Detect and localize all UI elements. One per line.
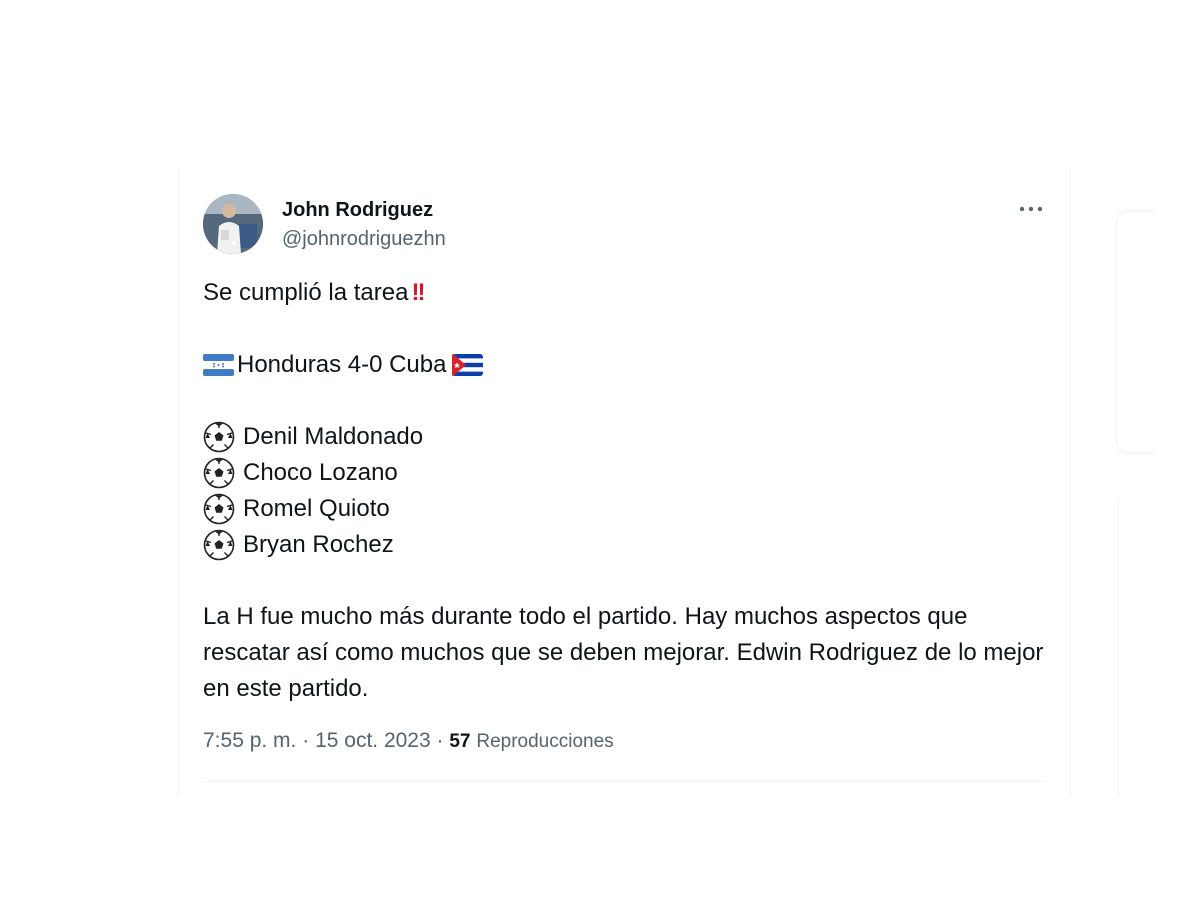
meta-separator: ·	[436, 729, 444, 752]
tweet-meta: 7:55 p. m. · 15 oct. 2023 · 57 Reproducc…	[203, 727, 614, 756]
soccer-ball-icon	[203, 529, 235, 561]
divider	[203, 781, 1046, 782]
tweet-text: Se cumplió la tarea !! Honduras 4-0 Cuba	[203, 275, 1048, 707]
scorer-name: Denil Maldonado	[243, 423, 424, 450]
scorer-item: Romel Quioto	[203, 491, 1048, 527]
double-exclamation-icon: !!	[411, 279, 425, 306]
scorer-name: Bryan Rochez	[243, 531, 394, 558]
tweet-paragraph: La H fue mucho más durante todo el parti…	[203, 603, 1044, 702]
cuba-flag-icon	[452, 354, 484, 376]
scorer-name: Romel Quioto	[243, 495, 390, 522]
more-horizontal-icon	[1019, 206, 1043, 212]
tweet-date[interactable]: 15 oct. 2023	[315, 729, 431, 752]
views-count: 57	[449, 731, 471, 752]
honduras-flag-icon	[203, 354, 234, 376]
soccer-ball-icon	[203, 493, 235, 525]
scorer-item: Choco Lozano	[203, 455, 1048, 491]
soccer-ball-icon	[203, 421, 235, 453]
card-border	[178, 168, 179, 796]
scorer-item: Denil Maldonado	[203, 419, 1048, 455]
author-block: John Rodriguez @johnrodriguezhn	[282, 198, 446, 251]
author-handle[interactable]: @johnrodriguezhn	[282, 227, 446, 251]
views-label: Reproducciones	[476, 731, 614, 752]
soccer-ball-icon	[203, 457, 235, 489]
avatar[interactable]	[203, 194, 263, 254]
score-line: Honduras 4-0 Cuba	[203, 347, 1048, 383]
tweet-intro: Se cumplió la tarea	[203, 279, 409, 306]
side-panel-edge	[1118, 498, 1119, 796]
scorer-name: Choco Lozano	[243, 459, 398, 486]
tweet-intro-line: Se cumplió la tarea !!	[203, 275, 1048, 311]
card-border	[1070, 168, 1071, 796]
side-panel-edge	[1116, 210, 1156, 454]
scorer-item: Bryan Rochez	[203, 527, 1048, 563]
meta-separator: ·	[302, 729, 310, 752]
author-name[interactable]: John Rodriguez	[282, 198, 446, 222]
tweet-time[interactable]: 7:55 p. m.	[203, 729, 296, 752]
more-button[interactable]	[1015, 198, 1047, 220]
score-text: Honduras 4-0 Cuba	[237, 351, 447, 378]
